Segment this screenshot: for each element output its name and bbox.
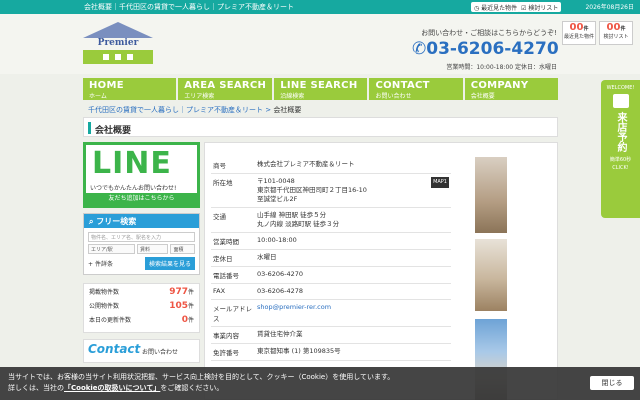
search-input[interactable]: 物件名、エリア名、駅名を入力: [88, 232, 195, 242]
map-button[interactable]: MAP1: [431, 177, 449, 188]
nav-area-search[interactable]: AREA SEARCH エリア検索: [178, 78, 273, 100]
cookie-banner: 当サイトでは、お客様の当サイト利用状況把握、サービス向上検討を目的として、クッキ…: [0, 367, 640, 400]
table-row: 電話番号 03-6206-4270: [211, 267, 451, 284]
search-icon: ⌕: [89, 217, 94, 226]
visit-reservation-tab[interactable]: WELCOME! 来店予約 簡単60秒 CLICK!: [601, 80, 640, 218]
table-row: メールアドレス shop@premier-rer.com: [211, 300, 451, 327]
nav-contact[interactable]: CONTACT お問い合わせ: [369, 78, 463, 100]
contact-info: お問い合わせ・ご相談はこちらからどうぞ! ✆03-6206-4270 営業時間：…: [412, 28, 559, 71]
logo-roof: [83, 22, 153, 38]
company-table: 商号 株式会社プレミア不動産＆リート 所在地 MAP1 〒101-0048 東京都千代…: [211, 157, 451, 361]
phone-icon: ✆: [412, 39, 427, 59]
table-row: FAX 03-6206-4278: [211, 284, 451, 300]
breadcrumb: 千代田区の賃貸で一人暮らし｜プレミア不動産＆リート > 会社概要: [88, 106, 302, 114]
breadcrumb-current: 会社概要: [273, 106, 302, 114]
cookie-policy-link[interactable]: 「Cookieの取扱いについて」: [64, 384, 160, 392]
line-add-friend[interactable]: 友だち追加はこちらから: [86, 193, 197, 205]
stat-row: 本日の更新件数 0件: [89, 315, 194, 325]
company-info-panel: 商号 株式会社プレミア不動産＆リート 所在地 MAP1 〒101-0048 東京都千代…: [204, 142, 558, 400]
contact-banner[interactable]: Contact お問い合わせ: [83, 339, 200, 363]
stat-row: 公開物件数 105件: [89, 301, 194, 311]
listing-stats: 掲載物件数 977件 公開物件数 105件 本日の更新件数 0件: [83, 283, 200, 333]
table-row: 交通 山手線 神田駅 徒歩５分 丸ノ内線 淡路町駅 徒歩３分: [211, 208, 451, 233]
site-logo[interactable]: Premier: [83, 22, 153, 68]
recent-viewed-button[interactable]: ◷ 最近見た物件: [471, 2, 521, 12]
today-date: 2026年08月26日: [585, 4, 634, 11]
cookie-close-button[interactable]: 閉じる: [590, 376, 634, 390]
nav-company[interactable]: COMPANY 会社概要: [464, 78, 558, 100]
table-row: 事業内容 賃貸住宅仲介業: [211, 327, 451, 344]
table-row: 所在地 MAP1 〒101-0048 東京都千代田区神田司町２丁目16-10 至誠堂…: [211, 174, 451, 208]
reserve-title: 来店予約: [615, 112, 626, 152]
global-nav: HOME ホーム AREA SEARCH エリア検索 LINE SEARCH 沿線検索…: [83, 78, 558, 100]
header: Premier お問い合わせ・ご相談はこちらからどうぞ! ✆03-6206-42…: [0, 14, 640, 74]
calendar-icon: [612, 94, 629, 108]
table-row: 営業時間 10:00-18:00: [211, 233, 451, 250]
review-counter[interactable]: 00件 検討リスト: [599, 21, 633, 45]
address-text: 〒101-0048 東京都千代田区神田司町２丁目16-10 至誠堂ビル2F: [257, 177, 367, 203]
line-logo: LINE: [92, 146, 172, 181]
business-hours: 営業時間：10:00-18:00 定休日：水曜日: [446, 64, 557, 71]
search-submit-button[interactable]: 検索結果を見る: [144, 257, 195, 270]
size-select[interactable]: 面積: [170, 244, 195, 254]
sidebar: LINE いつでもかんたんお問い合わせ! 友だち追加はこちらから ⌕ フリー検索…: [83, 142, 200, 363]
clock-icon: ◷: [474, 5, 480, 12]
area-station-select[interactable]: エリア/駅: [88, 244, 136, 254]
table-row: 免許番号 東京都知事 (1) 第109835号: [211, 344, 451, 361]
page-title: 会社概要: [95, 126, 132, 136]
free-search-panel: ⌕ フリー検索 物件名、エリア名、駅名を入力 エリア/駅 賃料 面積 + 件詳条…: [83, 213, 200, 275]
logo-text: Premier: [97, 38, 139, 48]
review-list-button[interactable]: ☑ 検討リスト: [518, 2, 562, 12]
office-photo-interior: [475, 239, 507, 311]
line-banner[interactable]: LINE いつでもかんたんお問い合わせ! 友だち追加はこちらから: [83, 142, 200, 208]
stat-row: 掲載物件数 977件: [89, 287, 194, 297]
rent-select[interactable]: 賃料: [137, 244, 169, 254]
contact-lead: お問い合わせ・ご相談はこちらからどうぞ!: [421, 29, 557, 37]
email-link[interactable]: shop@premier-rer.com: [257, 303, 331, 311]
cookie-message: 当サイトでは、お客様の当サイト利用状況把握、サービス向上検討を目的として、クッキ…: [8, 373, 395, 392]
office-photo-exterior: [475, 157, 507, 233]
top-bar: 会社概要｜千代田区の賃貸で一人暮らし｜プレミア不動産＆リート ◷ 最近見た物件 …: [0, 0, 640, 14]
page-heading: 会社概要: [83, 117, 558, 137]
recent-counter[interactable]: 00件 最近見た物件: [562, 21, 596, 45]
table-row: 定休日 水曜日: [211, 250, 451, 267]
check-icon: ☑: [521, 5, 527, 12]
breadcrumb-home[interactable]: 千代田区の賃貸で一人暮らし｜プレミア不動産＆リート: [88, 106, 263, 114]
logo-base: [83, 50, 153, 64]
table-row: 商号 株式会社プレミア不動産＆リート: [211, 157, 451, 174]
detail-conditions-link[interactable]: + 件詳条: [88, 259, 113, 268]
free-search-title: ⌕ フリー検索: [84, 214, 199, 228]
nav-line-search[interactable]: LINE SEARCH 沿線検索: [274, 78, 368, 100]
nav-home[interactable]: HOME ホーム: [83, 78, 177, 100]
site-title: 会社概要｜千代田区の賃貸で一人暮らし｜プレミア不動産＆リート: [84, 3, 294, 11]
phone-number[interactable]: ✆03-6206-4270: [412, 39, 559, 59]
